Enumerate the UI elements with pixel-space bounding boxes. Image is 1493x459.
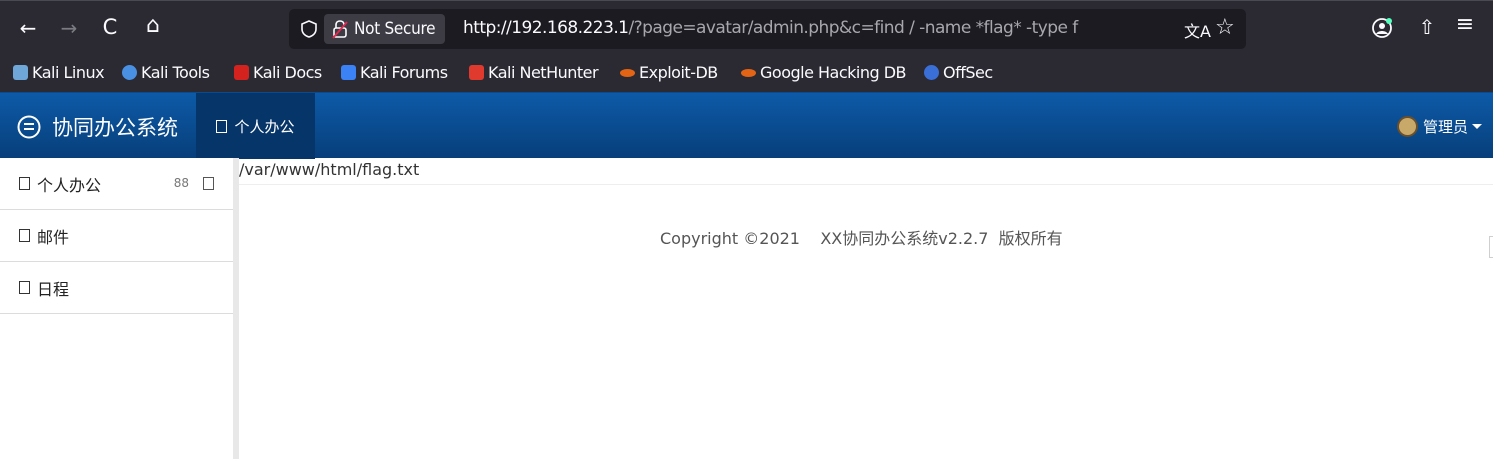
kali-forums-icon: [341, 65, 356, 80]
url-bar[interactable]: Not Secure http://192.168.223.1/?page=av…: [289, 9, 1246, 49]
security-indicator[interactable]: Not Secure: [324, 14, 446, 44]
bookmark-label: Kali Forums: [360, 63, 448, 82]
app-header: 协同办公系统 个人办公 管理员: [0, 92, 1493, 159]
sidebar: 个人办公 88 邮件 日程: [0, 158, 233, 459]
kali-dragon-icon: [13, 65, 28, 80]
app-title: 协同办公系统: [52, 116, 178, 140]
sidebar-item-schedule[interactable]: 日程: [0, 262, 233, 314]
shield-icon[interactable]: [299, 19, 319, 39]
sidebar-item-personal-office[interactable]: 个人办公 88: [0, 158, 233, 210]
bookmark-star-icon[interactable]: ☆: [1215, 15, 1235, 40]
url-host: http://192.168.223.1: [463, 18, 629, 38]
security-label: Not Secure: [354, 19, 436, 39]
sidebar-item-label: 日程: [37, 279, 70, 299]
nav-tab-personal-office[interactable]: 个人办公: [196, 93, 315, 159]
bookmark-kali-tools[interactable]: Kali Tools: [122, 63, 210, 82]
user-name: 管理员: [1422, 118, 1468, 136]
reload-icon[interactable]: C: [96, 17, 124, 38]
avatar: [1396, 116, 1418, 137]
bookmark-label: Exploit-DB: [639, 63, 718, 82]
missing-glyph-icon: [19, 177, 30, 190]
kali-docs-icon: [234, 65, 249, 80]
missing-glyph-icon: [19, 281, 30, 294]
bookmark-label: Kali Tools: [141, 63, 210, 82]
translate-icon[interactable]: 文A: [1184, 18, 1211, 42]
user-menu[interactable]: 管理员: [1396, 116, 1482, 137]
kali-tools-icon: [122, 65, 137, 80]
bookmark-kali-docs[interactable]: Kali Docs: [234, 63, 322, 82]
extensions-icon[interactable]: ⇧: [1413, 17, 1441, 37]
nav-tab-label: 个人办公: [234, 117, 295, 136]
scroll-edge[interactable]: [1489, 236, 1493, 258]
bookmark-offsec[interactable]: OffSec: [924, 63, 993, 82]
browser-toolbar: ← → C ⌂ Not Secure http://192.168.223.1/…: [0, 0, 1493, 56]
app-brand[interactable]: 协同办公系统: [16, 112, 178, 142]
forward-icon[interactable]: →: [55, 18, 83, 38]
bookmarks-bar: Kali Linux Kali Tools Kali Docs Kali For…: [0, 56, 1493, 92]
ghdb-icon: [741, 68, 756, 77]
url-text[interactable]: http://192.168.223.1/?page=avatar/admin.…: [463, 18, 1078, 38]
bookmark-label: OffSec: [943, 63, 993, 82]
bookmark-label: Google Hacking DB: [760, 63, 907, 82]
bookmark-kali-forums[interactable]: Kali Forums: [341, 63, 448, 82]
missing-glyph-icon[interactable]: [203, 176, 214, 190]
sidebar-tools: 88: [174, 176, 214, 190]
bookmark-kali-linux[interactable]: Kali Linux: [13, 63, 105, 82]
sidebar-splitter[interactable]: [233, 158, 239, 459]
bookmark-label: Kali Docs: [253, 63, 322, 82]
bookmark-exploit-db[interactable]: Exploit-DB: [620, 63, 718, 82]
chat-bubble-icon: [17, 115, 41, 139]
bookmark-label: Kali NetHunter: [488, 63, 599, 82]
bookmark-google-hacking-db[interactable]: Google Hacking DB: [741, 63, 907, 82]
home-icon[interactable]: ⌂: [139, 15, 167, 37]
caret-down-icon: [1472, 124, 1482, 129]
menu-icon[interactable]: ≡: [1451, 14, 1479, 36]
sidebar-item-mail[interactable]: 邮件: [0, 210, 233, 262]
divider: [239, 184, 1493, 185]
grid-icon[interactable]: 88: [174, 176, 189, 190]
footer-copyright: Copyright ©2021 XX协同办公系统v2.2.7 版权所有: [660, 229, 1063, 248]
missing-glyph-icon: [19, 229, 30, 242]
back-icon[interactable]: ←: [14, 18, 42, 38]
exploit-db-icon: [620, 68, 635, 77]
url-path: /?page=avatar/admin.php&c=find / -name *…: [628, 18, 1078, 38]
missing-glyph-icon: [216, 119, 228, 133]
offsec-icon: [924, 65, 939, 80]
bookmark-label: Kali Linux: [32, 63, 105, 82]
command-output: /var/www/html/flag.txt: [239, 160, 420, 179]
sidebar-item-label: 邮件: [37, 227, 70, 247]
nethunter-icon: [469, 65, 484, 80]
bookmark-kali-nethunter[interactable]: Kali NetHunter: [469, 63, 599, 82]
sidebar-item-label: 个人办公: [37, 175, 102, 195]
account-icon[interactable]: [1371, 17, 1393, 39]
broken-lock-icon: [332, 20, 348, 39]
